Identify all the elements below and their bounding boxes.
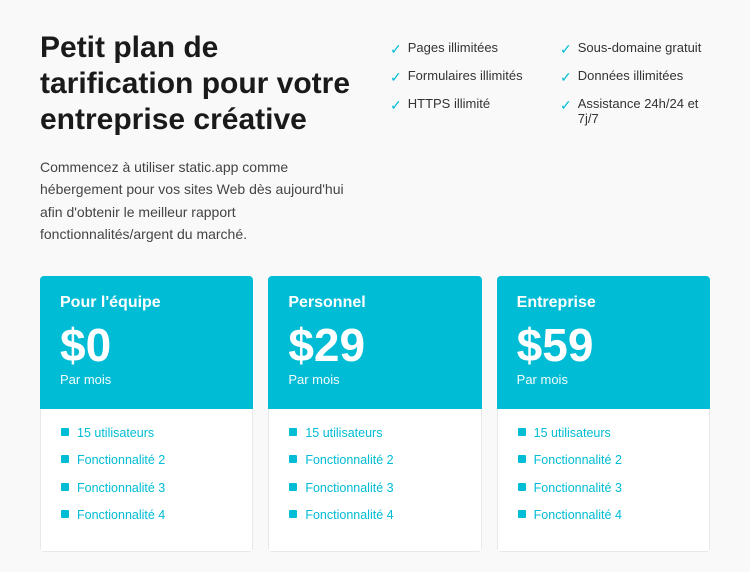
feature-item-right: ✓ Sous-domaine gratuit [560, 40, 710, 58]
left-block: Petit plan de tarification pour votre en… [40, 30, 360, 246]
feature-text: HTTPS illimité [408, 96, 490, 111]
feature-item-left: ✓ Pages illimitées [390, 40, 540, 58]
card-feature-text: 15 utilisateurs [305, 425, 382, 443]
bullet-icon [61, 510, 69, 518]
features-col-left: ✓Pages illimitées✓Formulaires illimités✓… [390, 40, 540, 246]
card-feature-item: 15 utilisateurs [518, 425, 689, 443]
features-col-right: ✓ Sous-domaine gratuit ✓ Données illimitées… [560, 40, 710, 246]
feature-text: Assistance 24h/24 et 7j/7 [578, 96, 710, 126]
card-feature-text: Fonctionnalité 3 [305, 480, 393, 498]
feature-item-right: ✓ Assistance 24h/24 et 7j/7 [560, 96, 710, 126]
card-price: $0 [60, 322, 233, 368]
bullet-icon [518, 483, 526, 491]
card-price: $29 [288, 322, 461, 368]
card-plan-name: Pour l'équipe [60, 294, 233, 312]
card-feature-text: Fonctionnalité 2 [305, 452, 393, 470]
card-feature-item: Fonctionnalité 2 [518, 452, 689, 470]
card-feature-text: Fonctionnalité 4 [305, 507, 393, 525]
card-period: Par mois [288, 372, 461, 387]
card-period: Par mois [60, 372, 233, 387]
bullet-icon [61, 455, 69, 463]
card-feature-text: Fonctionnalité 4 [77, 507, 165, 525]
card-features: 15 utilisateurs Fonctionnalité 2 Fonctionn… [268, 409, 481, 552]
feature-item-left: ✓ HTTPS illimité [390, 96, 540, 114]
card-header: Personnel $29 Par mois [268, 276, 481, 409]
checkmark-icon: ✓ [390, 69, 402, 86]
card-feature-item: Fonctionnalité 4 [518, 507, 689, 525]
top-section: Petit plan de tarification pour votre en… [40, 30, 710, 246]
checkmark-icon: ✓ [560, 97, 572, 114]
checkmark-icon: ✓ [390, 41, 402, 58]
feature-text: Sous-domaine gratuit [578, 40, 702, 55]
card-feature-text: Fonctionnalité 2 [534, 452, 622, 470]
pricing-card-0: Pour l'équipe $0 Par mois 15 utilisateur… [40, 276, 253, 552]
checkmark-icon: ✓ [390, 97, 402, 114]
card-feature-text: 15 utilisateurs [534, 425, 611, 443]
card-feature-item: 15 utilisateurs [289, 425, 460, 443]
feature-item-right: ✓ Données illimitées [560, 68, 710, 86]
bullet-icon [289, 510, 297, 518]
card-feature-item: Fonctionnalité 2 [61, 452, 232, 470]
card-period: Par mois [517, 372, 690, 387]
bullet-icon [518, 455, 526, 463]
card-feature-item: Fonctionnalité 4 [61, 507, 232, 525]
checkmark-icon: ✓ [560, 41, 572, 58]
card-header: Pour l'équipe $0 Par mois [40, 276, 253, 409]
card-feature-text: Fonctionnalité 3 [534, 480, 622, 498]
card-header: Entreprise $59 Par mois [497, 276, 710, 409]
pricing-card-2: Entreprise $59 Par mois 15 utilisateurs F… [497, 276, 710, 552]
feature-text: Pages illimitées [408, 40, 498, 55]
feature-text: Données illimitées [578, 68, 684, 83]
card-plan-name: Entreprise [517, 294, 690, 312]
description: Commencez à utiliser static.app comme hé… [40, 156, 360, 246]
main-title: Petit plan de tarification pour votre en… [40, 30, 360, 138]
card-feature-text: Fonctionnalité 3 [77, 480, 165, 498]
card-feature-item: Fonctionnalité 2 [289, 452, 460, 470]
bullet-icon [518, 428, 526, 436]
card-feature-text: Fonctionnalité 2 [77, 452, 165, 470]
card-price: $59 [517, 322, 690, 368]
checkmark-icon: ✓ [560, 69, 572, 86]
pricing-card-1: Personnel $29 Par mois 15 utilisateurs Fo… [268, 276, 481, 552]
features-block: ✓Pages illimitées✓Formulaires illimités✓… [390, 30, 710, 246]
feature-text: Formulaires illimités [408, 68, 523, 83]
card-features: 15 utilisateurs Fonctionnalité 2 Fonctionn… [497, 409, 710, 552]
card-feature-item: Fonctionnalité 3 [518, 480, 689, 498]
card-feature-item: Fonctionnalité 3 [289, 480, 460, 498]
card-feature-text: 15 utilisateurs [77, 425, 154, 443]
bullet-icon [61, 428, 69, 436]
bullet-icon [61, 483, 69, 491]
card-features: 15 utilisateurs Fonctionnalité 2 Fonctionn… [40, 409, 253, 552]
page-wrapper: Petit plan de tarification pour votre en… [0, 0, 750, 572]
card-feature-item: Fonctionnalité 4 [289, 507, 460, 525]
feature-item-left: ✓ Formulaires illimités [390, 68, 540, 86]
bullet-icon [518, 510, 526, 518]
card-feature-item: Fonctionnalité 3 [61, 480, 232, 498]
bullet-icon [289, 483, 297, 491]
bullet-icon [289, 428, 297, 436]
card-plan-name: Personnel [288, 294, 461, 312]
card-feature-text: Fonctionnalité 4 [534, 507, 622, 525]
card-feature-item: 15 utilisateurs [61, 425, 232, 443]
pricing-cards: Pour l'équipe $0 Par mois 15 utilisateur… [40, 276, 710, 552]
bullet-icon [289, 455, 297, 463]
